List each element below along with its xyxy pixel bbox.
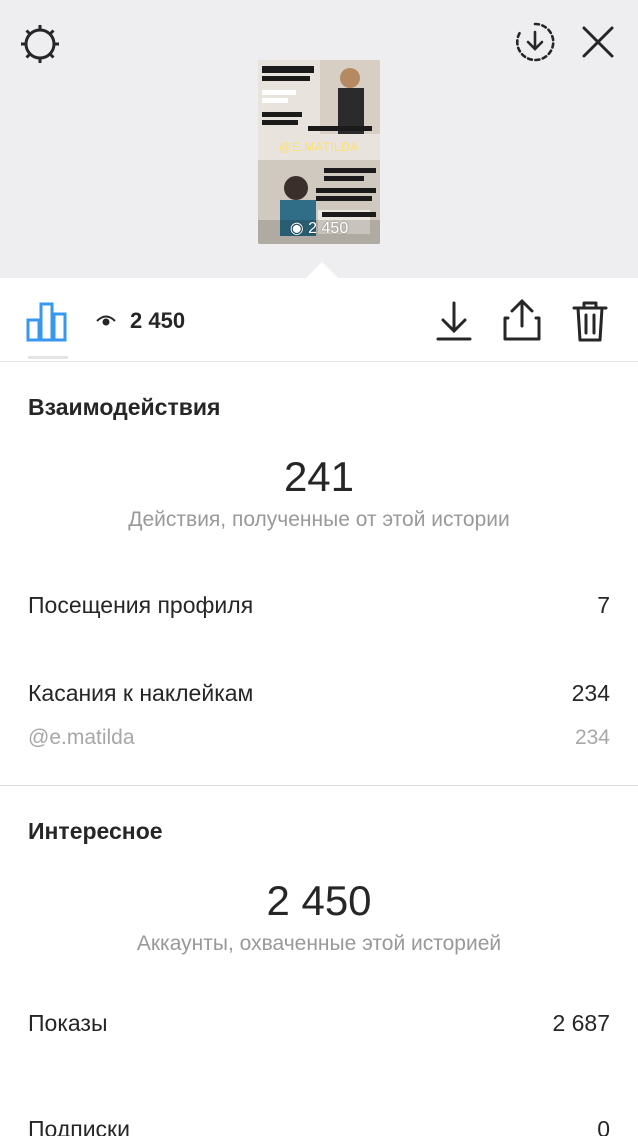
thumbnail-views-overlay: ◉ 2 450 bbox=[258, 218, 380, 240]
mention-sticker: @E.MATILDA bbox=[274, 138, 364, 156]
sticker-mention-value: 234 bbox=[574, 726, 610, 749]
eye-icon bbox=[96, 314, 116, 328]
bar-chart-icon[interactable] bbox=[26, 302, 68, 342]
follows-label: Подписки bbox=[28, 1116, 130, 1136]
profile-visits-label: Посещения профиля bbox=[28, 592, 254, 618]
close-icon[interactable] bbox=[578, 22, 618, 62]
impressions-value: 2 687 bbox=[552, 1010, 610, 1036]
story-preview-area: @E.MATILDA ◉ 2 450 bbox=[0, 0, 638, 278]
interactions-title: Взаимодействия bbox=[28, 394, 221, 420]
thumbnail-eye-icon: ◉ bbox=[289, 220, 309, 237]
download-circle-icon[interactable] bbox=[513, 20, 557, 64]
section-divider bbox=[0, 785, 638, 786]
views-count: 2 450 bbox=[130, 308, 186, 333]
interactions-total: 241 bbox=[283, 453, 355, 500]
discovery-title: Интересное bbox=[28, 818, 163, 844]
discovery-total: 2 450 bbox=[266, 877, 372, 924]
interactions-caption: Действия, полученные от этой истории bbox=[128, 508, 510, 531]
stats-tab-underline bbox=[28, 356, 68, 359]
discovery-caption: Аккаунты, охваченные этой историей bbox=[136, 932, 502, 955]
sticker-mention-label: @e.matilda bbox=[28, 726, 135, 749]
story-thumbnail[interactable]: @E.MATILDA ◉ 2 450 bbox=[258, 60, 380, 244]
mention-sticker-text: @E.MATILDA bbox=[279, 140, 359, 154]
download-icon[interactable] bbox=[436, 300, 472, 342]
sticker-taps-label: Касания к наклейкам bbox=[28, 680, 254, 706]
profile-visits-value: 7 bbox=[597, 592, 610, 618]
impressions-label: Показы bbox=[28, 1010, 108, 1036]
thumbnail-views-count: 2 450 bbox=[308, 220, 349, 237]
sticker-taps-value: 234 bbox=[571, 680, 610, 706]
trash-icon[interactable] bbox=[572, 300, 608, 342]
settings-icon[interactable] bbox=[18, 22, 62, 66]
selection-pointer bbox=[306, 262, 338, 278]
share-icon[interactable] bbox=[502, 298, 542, 342]
story-toolbar: 2 450 bbox=[0, 278, 638, 362]
follows-value: 0 bbox=[597, 1116, 610, 1136]
